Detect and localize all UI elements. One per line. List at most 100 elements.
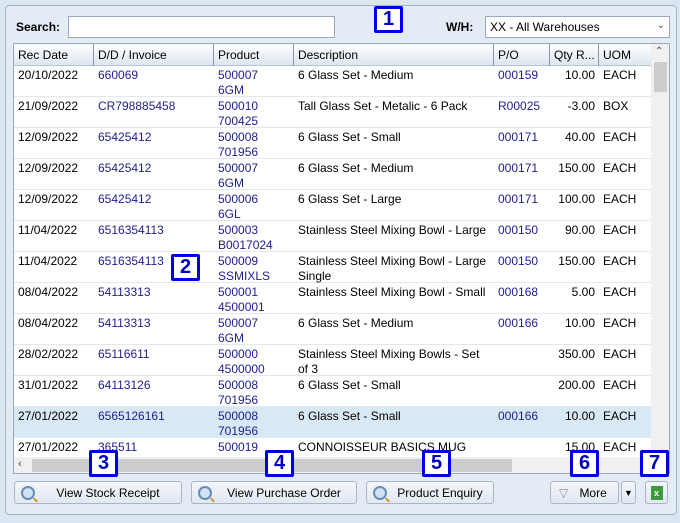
cell-product-text: 500008 — [218, 130, 259, 144]
cell-invoice: 6565126161 — [94, 409, 214, 424]
view-stock-receipt-button[interactable]: View Stock Receipt — [14, 481, 182, 504]
cell-date: 08/04/2022 — [14, 285, 94, 300]
cell-invoice: 65425412 — [94, 192, 214, 207]
table-row[interactable]: 12/09/2022 65425412 500008 701956 6 Glass Se… — [14, 128, 652, 159]
magnifier-icon — [198, 485, 212, 500]
cell-invoice-text: CR798885458 — [98, 99, 176, 113]
cell-date-text: 12/09/2022 — [18, 161, 79, 175]
table-row[interactable]: 08/04/2022 54113313 500007 6GM 6 Glass Set -… — [14, 314, 652, 345]
col-product[interactable]: Product — [214, 44, 294, 66]
cell-invoice-text: 64113126 — [98, 378, 151, 392]
annotation-badge-2: 2 — [171, 254, 200, 281]
more-button[interactable]: ▽ More — [550, 481, 619, 504]
cell-product: 500009 SSMIXLS — [214, 254, 294, 284]
cell-qty-text: 100.00 — [558, 192, 595, 206]
table-row[interactable]: 12/09/2022 65425412 500006 6GL 6 Glass Set -… — [14, 190, 652, 221]
cell-product: 500007 6GM — [214, 68, 294, 98]
magnifier-icon — [373, 485, 387, 500]
cell-po: R00025 — [494, 99, 550, 114]
cell-invoice-text: 54113313 — [98, 316, 151, 330]
cell-date-text: 11/04/2022 — [18, 254, 78, 268]
cell-desc: Stainless Steel Mixing Bowls - Set of 3 — [294, 347, 494, 377]
cell-product-text: 500006 — [218, 192, 259, 206]
cell-uom-text: EACH — [603, 378, 637, 392]
table-row[interactable]: 11/04/2022 6516354113 500003 B0017024 Stainl… — [14, 221, 652, 252]
view-purchase-order-button[interactable]: View Purchase Order — [191, 481, 357, 504]
cell-qty: 10.00 — [550, 68, 599, 83]
col-rec-date[interactable]: Rec Date — [14, 44, 94, 66]
table-row[interactable]: 11/04/2022 6516354113 500009 SSMIXLS Stainle… — [14, 252, 652, 283]
search-input[interactable] — [68, 16, 335, 38]
cell-product-text: 500003 — [218, 223, 259, 237]
cell-qty: 5.00 — [550, 285, 599, 300]
magnifier-icon — [21, 485, 35, 500]
cell-uom: EACH — [599, 192, 652, 207]
cell-desc: 6 Glass Set - Large — [294, 192, 494, 207]
cell-date: 28/02/2022 — [14, 347, 94, 362]
cell-product: 500008 701956 — [214, 409, 294, 439]
more-dropdown-button[interactable]: ▼ — [621, 481, 636, 504]
vertical-scrollbar[interactable]: ⌃ — [651, 44, 669, 457]
table-row[interactable]: 12/09/2022 65425412 500007 6GM 6 Glass Set -… — [14, 159, 652, 190]
cell-desc: Tall Glass Set - Metalic - 6 Pack — [294, 99, 494, 114]
cell-qty: 200.00 — [550, 378, 599, 393]
cell-uom-text: EACH — [603, 347, 637, 361]
cell-po-text: 000150 — [498, 223, 539, 237]
cell-date-text: 27/01/2022 — [18, 409, 79, 423]
cell-po-text: 000150 — [498, 254, 539, 268]
cell-invoice: 65425412 — [94, 161, 214, 176]
table-row[interactable]: 21/09/2022 CR798885458 500010 700425 Tall Gl… — [14, 97, 652, 128]
cell-desc: 6 Glass Set - Small — [294, 130, 494, 145]
cell-desc: Stainless Steel Mixing Bowl - Large Singl… — [294, 254, 494, 284]
cell-po-text: 000168 — [498, 285, 539, 299]
table-row[interactable]: 27/01/2022 6565126161 500008 701956 6 Glass … — [14, 407, 652, 438]
table-row[interactable]: 31/01/2022 64113126 500008 701956 6 Glass Se… — [14, 376, 652, 407]
cell-product-text: 500008 — [218, 409, 259, 423]
col-uom[interactable]: UOM — [599, 44, 652, 66]
cell-date: 12/09/2022 — [14, 192, 94, 207]
annotation-badge-6: 6 — [570, 450, 599, 477]
warehouse-label: W/H: — [446, 20, 474, 34]
table-row[interactable]: 28/02/2022 65116611 500000 4500000 Stainless… — [14, 345, 652, 376]
col-po[interactable]: P/O — [494, 44, 550, 66]
triangle-down-icon: ▽ — [559, 485, 569, 500]
col-invoice[interactable]: D/D / Invoice — [94, 44, 214, 66]
cell-po-text: 000171 — [498, 192, 539, 206]
col-qty[interactable]: Qty R... — [550, 44, 599, 66]
cell-qty-text: 200.00 — [558, 378, 595, 392]
cell-uom: EACH — [599, 409, 652, 424]
warehouse-select[interactable]: XX - All Warehouses ⌄ — [485, 16, 670, 38]
button-label: View Purchase Order — [227, 485, 341, 500]
vertical-scroll-thumb[interactable] — [654, 62, 667, 92]
cell-desc-text: 6 Glass Set - Small — [298, 409, 401, 423]
scroll-left-icon[interactable]: ‹ — [18, 458, 22, 470]
annotation-badge-5: 5 — [422, 450, 451, 477]
product-enquiry-button[interactable]: Product Enquiry — [366, 481, 494, 504]
cell-product: 500008 701956 — [214, 378, 294, 408]
cell-invoice: 64113126 — [94, 378, 214, 393]
cell-product-line2: 700425 — [218, 114, 259, 128]
cell-date: 08/04/2022 — [14, 316, 94, 331]
cell-date-text: 31/01/2022 — [18, 378, 79, 392]
cell-uom: EACH — [599, 223, 652, 238]
col-description[interactable]: Description — [294, 44, 494, 66]
table-row[interactable]: 20/10/2022 660069 500007 6GM 6 Glass Set - M… — [14, 66, 652, 97]
cell-desc: 6 Glass Set - Small — [294, 409, 494, 424]
cell-product-line2: 6GM — [218, 83, 245, 97]
cell-product: 500003 B0017024 — [214, 223, 294, 253]
cell-qty-text: 150.00 — [558, 161, 595, 175]
cell-invoice: 54113313 — [94, 285, 214, 300]
table-row[interactable]: 08/04/2022 54113313 500001 4500001 Stainless… — [14, 283, 652, 314]
cell-product-text: 500019 — [218, 440, 259, 454]
scroll-up-icon[interactable]: ⌃ — [655, 46, 663, 57]
cell-po-text: 000166 — [498, 409, 539, 423]
cell-uom: EACH — [599, 347, 652, 362]
cell-po: 000168 — [494, 285, 550, 300]
stock-receipts-table: Rec Date D/D / Invoice Product Descripti… — [13, 43, 670, 474]
cell-invoice-text: 660069 — [98, 68, 139, 82]
cell-uom-text: EACH — [603, 223, 637, 237]
cell-uom-text: EACH — [603, 285, 637, 299]
cell-uom: EACH — [599, 68, 652, 83]
cell-date-text: 12/09/2022 — [18, 130, 79, 144]
export-excel-button[interactable]: x — [645, 481, 668, 504]
